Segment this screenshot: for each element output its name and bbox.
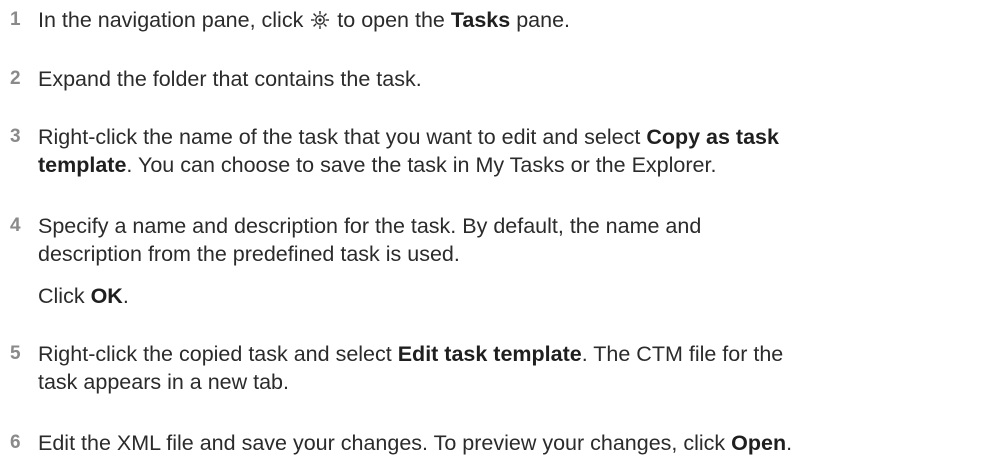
step-substep: Click OK. [38, 282, 988, 310]
step-text: Edit the XML file and save your changes.… [38, 429, 988, 457]
step-text-part: . [786, 431, 793, 455]
step-text-part: . [122, 284, 129, 308]
step-text-part: Edit the XML file and save your changes.… [38, 431, 732, 455]
step-number: 6 [10, 432, 21, 453]
ui-term-tasks: Tasks [450, 8, 511, 32]
step-text: Right-click the name of the task that yo… [38, 123, 988, 179]
step-number: 4 [10, 215, 21, 236]
ui-term-copy-as-task: Copy as task [646, 125, 779, 149]
step-text-part: In the navigation pane, click [38, 8, 310, 32]
step-text-part: pane. [510, 8, 571, 32]
step-number: 3 [10, 126, 21, 147]
step-text-part: Right-click the copied task and select [38, 342, 398, 366]
step-text-part: . The CTM file for the [581, 342, 784, 366]
step-text-part: to open the [331, 8, 451, 32]
step-number: 1 [10, 9, 21, 30]
ui-term-ok: OK [90, 284, 123, 308]
step-text-part: description from the predefined task is … [38, 242, 460, 266]
step-text: Right-click the copied task and select E… [38, 340, 988, 396]
ui-term-template: template [38, 153, 127, 177]
ui-term-edit-task-template: Edit task template [397, 342, 582, 366]
step-number: 5 [10, 343, 21, 364]
step-text: Specify a name and description for the t… [38, 212, 988, 268]
step-text-part: Right-click the name of the task that yo… [38, 125, 647, 149]
step-text: Expand the folder that contains the task… [38, 67, 422, 91]
step-number: 2 [10, 68, 21, 89]
step-text-part: Specify a name and description for the t… [38, 214, 702, 238]
step-text: In the navigation pane, click to open th… [38, 6, 988, 34]
ui-term-open: Open [731, 431, 787, 455]
step-text-part: task appears in a new tab. [38, 370, 289, 394]
tasks-gear-icon [311, 11, 330, 29]
step-text-part: . You can choose to save the task in My … [126, 153, 717, 177]
step-text-part: Click [38, 284, 91, 308]
